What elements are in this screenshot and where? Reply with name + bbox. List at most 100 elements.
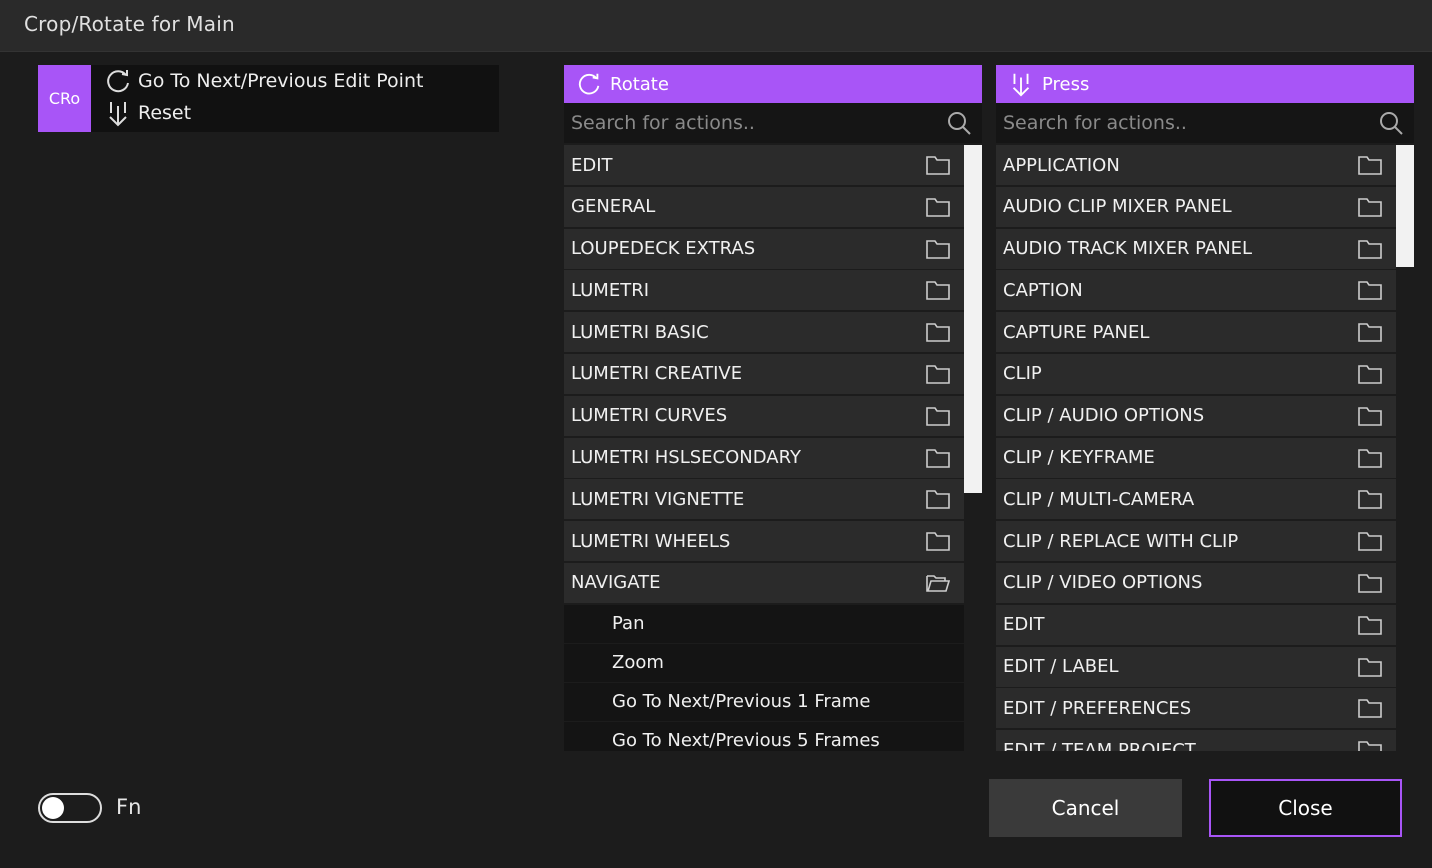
press-scrollbar[interactable] — [1396, 145, 1414, 751]
rotate-category-item[interactable]: LUMETRI — [564, 270, 964, 311]
cancel-button[interactable]: Cancel — [989, 779, 1182, 837]
press-category-item[interactable]: AUDIO CLIP MIXER PANEL — [996, 186, 1396, 227]
rotate-search-input[interactable] — [564, 103, 948, 143]
folder-icon — [1358, 281, 1382, 301]
rotate-scrollbar-thumb[interactable] — [964, 145, 982, 493]
folder-icon — [926, 406, 950, 426]
folder-icon — [926, 323, 950, 342]
category-label: LUMETRI — [571, 279, 650, 301]
category-label: LUMETRI BASIC — [571, 321, 709, 343]
rotate-header: Rotate — [564, 65, 982, 103]
folder-icon — [926, 197, 950, 217]
folder-icon — [926, 365, 950, 384]
action-label: Go To Next/Previous 1 Frame — [612, 691, 871, 713]
rotate-category-item[interactable]: NAVIGATE — [564, 562, 964, 603]
press-search-input[interactable] — [996, 103, 1380, 143]
category-label: AUDIO CLIP MIXER PANEL — [1003, 196, 1232, 218]
folder-icon — [1358, 323, 1382, 342]
folder-icon — [1358, 574, 1382, 593]
rotate-action-item[interactable]: Pan — [564, 604, 964, 643]
rotate-category-item[interactable]: LUMETRI VIGNETTE — [564, 479, 964, 520]
assigned-press-action[interactable]: Reset — [102, 97, 191, 129]
folder-icon — [1358, 741, 1382, 751]
category-label: EDIT — [571, 154, 613, 176]
category-label: CLIP / KEYFRAME — [1003, 447, 1155, 469]
press-category-item[interactable]: EDIT / PREFERENCES — [996, 688, 1396, 729]
press-category-item[interactable]: CLIP / KEYFRAME — [996, 437, 1396, 478]
category-label: LOUPEDECK EXTRAS — [571, 238, 756, 260]
folder-icon — [926, 490, 950, 510]
press-category-item[interactable]: CLIP — [996, 353, 1396, 394]
category-label: AUDIO TRACK MIXER PANEL — [1003, 238, 1253, 260]
category-label: APPLICATION — [1003, 154, 1120, 176]
category-label: CLIP / AUDIO OPTIONS — [1003, 405, 1205, 427]
rotate-category-item[interactable]: LUMETRI HSLSECONDARY — [564, 437, 964, 478]
category-label: LUMETRI WHEELS — [571, 530, 731, 552]
folder-icon — [1358, 532, 1382, 551]
rotate-category-item[interactable]: LUMETRI BASIC — [564, 312, 964, 353]
category-label: LUMETRI CURVES — [571, 405, 728, 427]
folder-icon — [1358, 156, 1382, 175]
press-header: Press — [996, 65, 1414, 103]
category-label: LUMETRI VIGNETTE — [571, 488, 745, 510]
press-category-item[interactable]: AUDIO TRACK MIXER PANEL — [996, 228, 1396, 269]
fn-toggle-knob — [42, 797, 64, 819]
folder-icon — [926, 281, 950, 301]
folder-icon — [1358, 365, 1382, 384]
folder-icon — [1358, 657, 1382, 677]
search-icon[interactable] — [1378, 110, 1404, 136]
folder-icon — [1358, 406, 1382, 426]
rotate-action-item[interactable]: Go To Next/Previous 5 Frames — [564, 721, 964, 751]
press-category-item[interactable]: CLIP / MULTI-CAMERA — [996, 479, 1396, 520]
action-label: Zoom — [612, 652, 664, 674]
crop-rotate-dialog: Crop/Rotate for Main CRo Go To Next/Prev… — [0, 0, 1432, 868]
action-label: Go To Next/Previous 5 Frames — [612, 730, 880, 751]
press-category-item[interactable]: CLIP / VIDEO OPTIONS — [996, 562, 1396, 603]
category-label: EDIT / TEAM PROJECT — [1003, 739, 1196, 751]
category-label: CLIP / REPLACE WITH CLIP — [1003, 530, 1239, 552]
folder-icon — [1358, 448, 1382, 468]
press-column: Press APPLICATIONAUDIO CLIP MIXER PANELA… — [996, 65, 1414, 751]
rotate-category-item[interactable]: LOUPEDECK EXTRAS — [564, 228, 964, 269]
rotate-category-item[interactable]: LUMETRI WHEELS — [564, 521, 964, 562]
press-category-item[interactable]: CAPTURE PANEL — [996, 312, 1396, 353]
press-header-label: Press — [1042, 73, 1090, 95]
folder-icon — [1358, 699, 1382, 719]
rotate-scrollbar[interactable] — [964, 145, 982, 751]
press-scrollbar-thumb[interactable] — [1396, 145, 1414, 267]
press-icon — [102, 97, 134, 129]
press-category-item[interactable]: EDIT — [996, 604, 1396, 645]
category-label: LUMETRI CREATIVE — [571, 363, 743, 385]
rotate-icon — [574, 69, 604, 99]
folder-icon — [926, 448, 950, 468]
category-label: GENERAL — [571, 196, 656, 218]
rotate-category-item[interactable]: LUMETRI CURVES — [564, 395, 964, 436]
rotate-category-item[interactable]: LUMETRI CREATIVE — [564, 353, 964, 394]
press-category-item[interactable]: CAPTION — [996, 270, 1396, 311]
press-category-item[interactable]: CLIP / REPLACE WITH CLIP — [996, 521, 1396, 562]
fn-toggle[interactable] — [38, 793, 102, 823]
press-category-item[interactable]: EDIT / LABEL — [996, 646, 1396, 687]
rotate-category-item[interactable]: EDIT — [564, 145, 964, 185]
rotate-action-item[interactable]: Go To Next/Previous 1 Frame — [564, 682, 964, 721]
assigned-rotate-label: Go To Next/Previous Edit Point — [138, 70, 424, 92]
category-label: CLIP / VIDEO OPTIONS — [1003, 572, 1203, 594]
rotate-action-item[interactable]: Zoom — [564, 643, 964, 682]
title-bar: Crop/Rotate for Main — [0, 0, 1432, 52]
rotate-action-list: EDIT GENERAL LOUPEDECK EXTRAS LUMETRI LUMETR… — [564, 145, 964, 751]
rotate-category-item[interactable]: GENERAL — [564, 186, 964, 227]
press-category-item[interactable]: CLIP / AUDIO OPTIONS — [996, 395, 1396, 436]
fn-label: Fn — [116, 795, 142, 819]
assigned-rotate-action[interactable]: Go To Next/Previous Edit Point — [102, 65, 423, 97]
press-action-list: APPLICATION AUDIO CLIP MIXER PANEL AUDIO T… — [996, 145, 1396, 751]
press-icon — [1006, 69, 1036, 99]
rotate-icon — [102, 65, 134, 97]
category-label: EDIT / PREFERENCES — [1003, 697, 1192, 719]
category-label: CAPTURE PANEL — [1003, 321, 1150, 343]
press-category-item[interactable]: EDIT / TEAM PROJECT — [996, 730, 1396, 751]
close-button[interactable]: Close — [1209, 779, 1402, 837]
rotate-header-label: Rotate — [610, 73, 669, 95]
search-icon[interactable] — [946, 110, 972, 136]
category-label: CLIP — [1003, 363, 1042, 385]
press-category-item[interactable]: APPLICATION — [996, 145, 1396, 185]
